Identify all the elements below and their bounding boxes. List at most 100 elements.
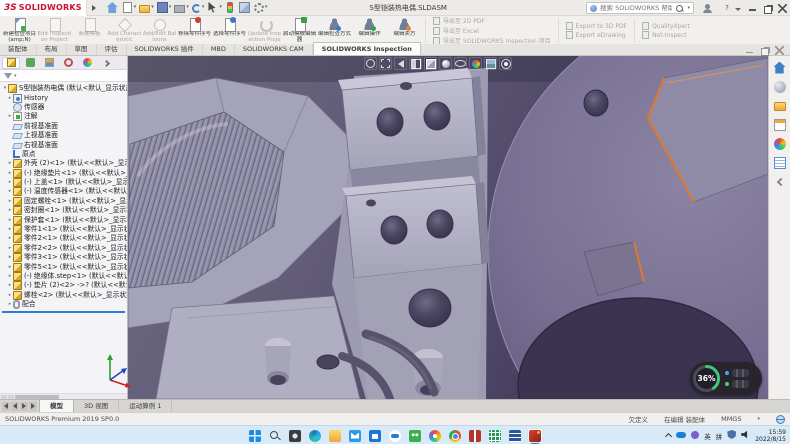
tree-item[interactable]: 传感器: [0, 103, 127, 112]
tree-item[interactable]: ▸ (-) 温度传感器<1> (默认<<默认>_显: [0, 187, 127, 196]
scroll-right-icon[interactable]: [8, 395, 14, 399]
command-tab[interactable]: 评估: [97, 44, 127, 55]
command-tab[interactable]: SOLIDWORKS Inspection: [313, 42, 421, 55]
tab-scroll-last-icon[interactable]: [29, 402, 37, 411]
taskbar-app-button[interactable]: [427, 428, 443, 443]
tree-item[interactable]: ▸ 零件2<2> (默认<<默认>_显示状态>: [0, 244, 127, 253]
ribbon-button[interactable]: 新建检查项目 (amp;N): [2, 17, 37, 44]
task-pane-button[interactable]: [772, 98, 788, 113]
tree-item[interactable]: ▸ (-) 上盖<1> (默认<<默认>_显示状态: [0, 178, 127, 187]
taskbar-app-button[interactable]: [487, 428, 503, 443]
ribbon-button[interactable]: 新建模板: [72, 17, 107, 44]
window-control-button[interactable]: ?: [715, 0, 730, 16]
headsup-button[interactable]: [364, 57, 377, 70]
tree-item[interactable]: ▸ 零件2<1> (默认<<默认>_显示状态>: [0, 234, 127, 243]
ribbon-menu-item[interactable]: QualityXpert: [642, 22, 690, 30]
solidworks-logo[interactable]: 3S SOLIDWORKS: [0, 0, 87, 16]
taskbar-app-button[interactable]: [347, 428, 363, 443]
command-tab[interactable]: 布局: [37, 44, 67, 55]
ribbon-button[interactable]: 选择零件序号: [212, 17, 247, 44]
taskbar-app-button[interactable]: [507, 428, 523, 443]
quick-access-button[interactable]: [107, 2, 119, 13]
doc-close-icon[interactable]: [775, 46, 784, 55]
headsup-button[interactable]: [379, 57, 392, 70]
taskbar-app-button[interactable]: [387, 428, 403, 443]
tree-filter[interactable]: ▾: [0, 70, 127, 82]
rollback-bar[interactable]: [2, 311, 125, 313]
taskbar-app-button[interactable]: [287, 428, 303, 443]
taskbar-app-button[interactable]: [407, 428, 423, 443]
doc-restore-icon[interactable]: [760, 46, 769, 55]
taskbar-app-button[interactable]: [367, 428, 383, 443]
tree-item[interactable]: ▸ (-) 垫片 (2)<2> ->? (默认<<默认>_: [0, 281, 127, 290]
tab-scroll-prev-icon[interactable]: [11, 402, 19, 411]
quick-access-button[interactable]: ▾: [207, 2, 222, 13]
headsup-button[interactable]: [484, 57, 497, 70]
web-help-globe-icon[interactable]: [776, 415, 785, 424]
window-control-button[interactable]: [745, 0, 760, 16]
doc-minimize-icon[interactable]: [745, 46, 754, 55]
window-control-button[interactable]: [730, 0, 745, 16]
quick-access-button[interactable]: [225, 2, 236, 13]
ribbon-menu-item[interactable]: Export eDrawing: [566, 31, 628, 39]
search-icon[interactable]: [675, 4, 684, 13]
headsup-button[interactable]: [469, 57, 482, 70]
scroll-left-icon[interactable]: [1, 395, 7, 399]
task-pane-button[interactable]: [772, 60, 788, 75]
tree-item[interactable]: ▸ 密封圈<1> (默认<<默认>_显示状态: [0, 206, 127, 215]
window-control-button[interactable]: [775, 0, 790, 16]
scrollbar-thumb[interactable]: [15, 395, 59, 399]
quick-access-button[interactable]: ▾: [122, 2, 137, 13]
taskbar-app-button[interactable]: [527, 428, 543, 443]
headsup-button[interactable]: [394, 57, 407, 70]
quick-access-button[interactable]: ▾: [254, 3, 268, 13]
tab-scroll-first-icon[interactable]: [2, 402, 10, 411]
document-tab[interactable]: 运动算例 1: [119, 400, 172, 412]
window-control-button[interactable]: [760, 0, 775, 16]
tree-item[interactable]: ▸ (-) 绝缘垫片<1> (默认<<默认>_显示: [0, 169, 127, 178]
tray-item[interactable]: 拼: [716, 431, 723, 441]
tree-item[interactable]: 前视基准面: [0, 122, 127, 131]
task-pane-button[interactable]: [772, 155, 788, 170]
tree-root-item[interactable]: ▾ S型铠装热电偶 (默认<默认_显示状态-1>: [0, 84, 127, 93]
ribbon-menu-item[interactable]: 导出至 Excel: [433, 26, 551, 35]
quick-access-button[interactable]: ▾: [157, 2, 172, 13]
document-tab[interactable]: 3D 视图: [74, 400, 119, 412]
tree-item[interactable]: ▸ 配合: [0, 300, 127, 309]
ribbon-button[interactable]: Add Characteristic: [107, 17, 142, 44]
tree-item[interactable]: ▸ 零件3<1> (默认<<默认>_显示状态>: [0, 253, 127, 262]
tray-item[interactable]: [691, 431, 699, 441]
task-pane-button[interactable]: [772, 136, 788, 151]
ribbon-button[interactable]: 编辑检查方式: [317, 17, 352, 44]
headsup-button[interactable]: [499, 57, 512, 70]
panel-tab[interactable]: [59, 57, 77, 69]
task-pane-button[interactable]: [772, 79, 788, 94]
tray-item[interactable]: [676, 432, 686, 440]
tree-item[interactable]: ▸ 零件5<1> (默认<<默认>_显示状态>: [0, 262, 127, 271]
tree-item[interactable]: ▸ 注解: [0, 112, 127, 121]
units-caret-icon[interactable]: ▾: [757, 417, 760, 422]
command-tab[interactable]: 装配体: [0, 44, 37, 55]
command-tab[interactable]: MBD: [203, 44, 235, 55]
tree-item[interactable]: ▸ 外壳 (2)<1> (默认<<默认>_显示状态: [0, 159, 127, 168]
ribbon-button[interactable]: 编辑操作: [352, 17, 387, 44]
quick-access-button[interactable]: ▾: [139, 3, 154, 13]
tree-item[interactable]: ▸ 零件1<1> (默认<<默认>_显示状态>: [0, 225, 127, 234]
taskbar-app-button[interactable]: [327, 428, 343, 443]
tray-item[interactable]: [727, 430, 736, 441]
window-control-button[interactable]: [700, 0, 715, 16]
task-pane-button[interactable]: [772, 174, 788, 189]
quick-access-button[interactable]: ▾: [192, 3, 205, 13]
units-selector[interactable]: MMGS: [721, 415, 741, 423]
command-tab[interactable]: 草图: [67, 44, 97, 55]
ribbon-menu-item[interactable]: Export to 3D PDF: [566, 22, 628, 30]
headsup-button[interactable]: [409, 57, 422, 70]
ribbon-button[interactable]: Edit Inspection Project: [37, 17, 72, 44]
tray-item[interactable]: 英: [704, 431, 711, 441]
panel-tab[interactable]: [97, 57, 115, 69]
ribbon-button[interactable]: 编辑卖方: [387, 17, 422, 44]
ribbon-menu-item[interactable]: 导出至 2D PDF: [433, 16, 551, 25]
taskbar-app-button[interactable]: [247, 428, 263, 443]
quick-access-button[interactable]: ▾: [174, 3, 189, 13]
taskbar-clock[interactable]: 15:59 2022/8/15: [755, 429, 786, 443]
